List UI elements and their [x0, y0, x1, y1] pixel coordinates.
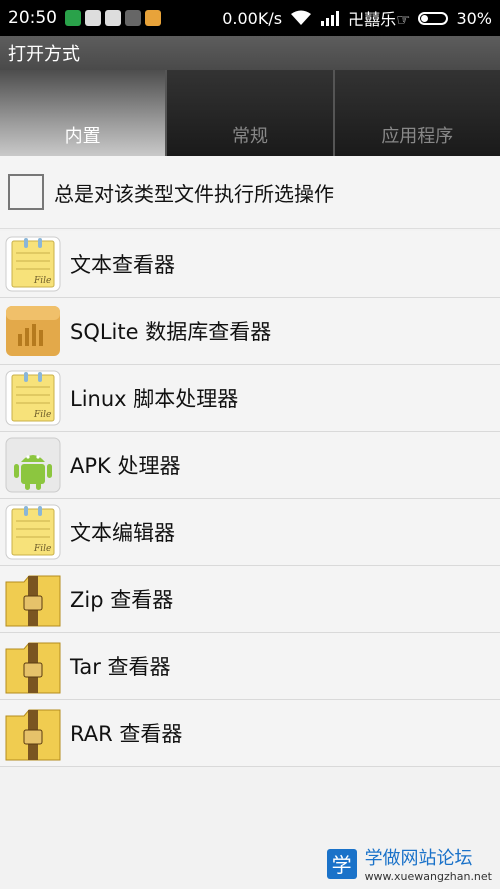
- zip-folder-icon: [4, 637, 62, 695]
- app-notification-icon: [125, 10, 141, 26]
- app-label: Linux 脚本处理器: [70, 387, 239, 411]
- app-label: APK 处理器: [70, 454, 181, 478]
- site-watermark: 学 学做网站论坛 www.xuewangzhan.net: [326, 844, 492, 883]
- list-item-text-editor[interactable]: File 文本编辑器: [0, 499, 500, 566]
- tab-label: 内置: [64, 126, 101, 147]
- status-bar: 20:50 0.00K/s 卍囍乐☞ 30%: [0, 0, 500, 36]
- app-label: Zip 查看器: [70, 588, 174, 612]
- list-item-sqlite-viewer[interactable]: SQLite 数据库查看器: [0, 298, 500, 365]
- dialog-title: 打开方式: [8, 44, 80, 65]
- tab-builtin[interactable]: 内置: [0, 70, 168, 156]
- watermark-url: www.xuewangzhan.net: [364, 870, 492, 883]
- network-speed: 0.00K/s: [222, 8, 283, 28]
- calendar-icon: [85, 10, 101, 26]
- note-file-icon: File: [4, 503, 62, 561]
- site-logo: 学: [326, 848, 357, 879]
- watermark-text: 学做网站论坛 www.xuewangzhan.net: [365, 844, 492, 883]
- list-item-tar-viewer[interactable]: Tar 查看器: [0, 633, 500, 700]
- carrier-name: 卍囍乐☞: [348, 10, 411, 29]
- svg-text:File: File: [33, 410, 51, 420]
- note-file-icon: File: [4, 369, 62, 427]
- app-label: RAR 查看器: [70, 722, 183, 746]
- app-label: 文本编辑器: [70, 521, 175, 545]
- wifi-icon: [291, 10, 312, 25]
- status-right: 0.00K/s 卍囍乐☞ 30%: [222, 0, 492, 36]
- app-label: 文本查看器: [70, 253, 175, 277]
- android-icon: [4, 436, 62, 494]
- app-label: SQLite 数据库查看器: [70, 320, 272, 344]
- always-use-checkbox[interactable]: [8, 174, 44, 210]
- status-time: 20:50: [8, 8, 57, 28]
- note-file-icon: File: [4, 235, 62, 293]
- always-use-row[interactable]: 总是对该类型文件执行所选操作: [0, 156, 500, 229]
- list-item-linux-script[interactable]: File Linux 脚本处理器: [0, 365, 500, 432]
- tab-applications[interactable]: 应用程序: [334, 70, 500, 156]
- battery-icon: [418, 11, 449, 25]
- dialog-title-bar: 打开方式: [0, 36, 500, 70]
- signal-icon: [321, 11, 340, 26]
- battery-percent: 30%: [456, 8, 492, 28]
- list-item-text-viewer[interactable]: File 文本查看器: [0, 231, 500, 298]
- always-use-label: 总是对该类型文件执行所选操作: [54, 181, 334, 206]
- tab-general[interactable]: 常规: [167, 70, 335, 156]
- database-box-icon: [4, 302, 62, 360]
- list-item-apk-handler[interactable]: APK 处理器: [0, 432, 500, 499]
- app-list: File 文本查看器 SQLite 数据库查看器 File Linux 脚本处理…: [0, 231, 500, 767]
- weibo-icon: [145, 10, 161, 26]
- watermark-title: 学做网站论坛: [364, 848, 473, 869]
- tab-bar: 内置 常规 应用程序: [0, 70, 500, 156]
- svg-text:File: File: [33, 544, 51, 554]
- zip-folder-icon: [4, 570, 62, 628]
- svg-text:File: File: [33, 276, 51, 286]
- list-item-zip-viewer[interactable]: Zip 查看器: [0, 566, 500, 633]
- notification-icons: [65, 10, 161, 26]
- zip-folder-icon: [4, 704, 62, 762]
- app-label: Tar 查看器: [70, 655, 171, 679]
- list-item-rar-viewer[interactable]: RAR 查看器: [0, 700, 500, 767]
- shield-icon: [65, 10, 81, 26]
- tab-label: 常规: [231, 126, 268, 147]
- calendar-icon: [105, 10, 121, 26]
- tab-label: 应用程序: [381, 126, 454, 147]
